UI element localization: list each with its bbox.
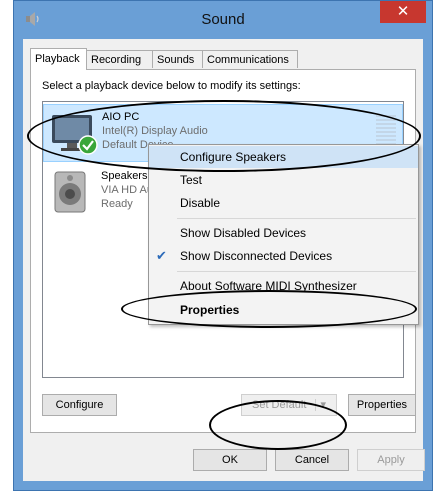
tab-playback[interactable]: Playback [30,48,87,70]
instruction-text: Select a playback device below to modify… [42,80,301,92]
window-title: Sound [201,11,245,28]
menu-item-disable[interactable]: Disable [149,192,418,214]
cancel-button[interactable]: Cancel [275,449,349,471]
speaker-icon [54,171,86,213]
menu-item-about-midi[interactable]: About Software MIDI Synthesizer [149,275,418,297]
dropdown-arrow-icon: ▾ [315,399,326,411]
set-default-button[interactable]: Set Default ▾ [241,394,337,416]
device-name: Speakers [101,170,148,182]
configure-button[interactable]: Configure [42,394,117,416]
menu-item-test[interactable]: Test [149,169,418,191]
title-bar[interactable]: Sound ✕ [14,1,432,41]
properties-button[interactable]: Properties [348,394,416,416]
menu-item-configure-speakers[interactable]: Configure Speakers [149,146,418,168]
device-driver: Intel(R) Display Audio [102,125,208,137]
menu-item-show-disabled[interactable]: Show Disabled Devices [149,222,418,244]
apply-button[interactable]: Apply [357,449,425,471]
context-menu: Configure Speakers Test Disable Show Dis… [148,144,419,325]
ok-button[interactable]: OK [193,449,267,471]
device-name: AIO PC [102,111,140,123]
volume-meter [376,115,396,147]
tab-sounds[interactable]: Sounds [152,50,203,68]
tab-communications[interactable]: Communications [202,50,298,68]
green-check-icon [78,135,98,155]
close-button[interactable]: ✕ [380,1,426,23]
menu-separator [177,218,416,219]
menu-item-show-disconnected[interactable]: ✔ Show Disconnected Devices [149,245,418,267]
menu-separator [177,271,416,272]
menu-item-label: Show Disconnected Devices [180,249,333,263]
set-default-label: Set Default [251,399,307,411]
close-icon: ✕ [396,3,410,20]
device-status: Ready [101,198,133,210]
tab-recording[interactable]: Recording [86,50,153,68]
menu-item-properties[interactable]: Properties [149,299,418,321]
checkmark-icon: ✔ [156,248,167,263]
